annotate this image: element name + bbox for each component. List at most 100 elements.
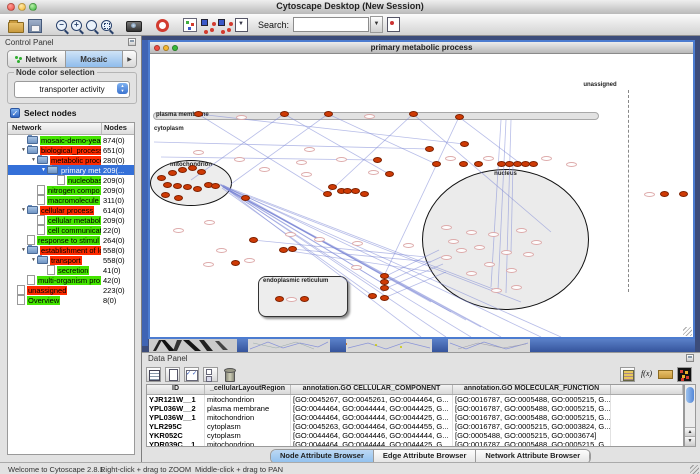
network-node[interactable] [459, 161, 468, 167]
expander-icon[interactable]: ▼ [40, 167, 47, 173]
tab-mosaic[interactable]: Mosaic [66, 51, 124, 67]
scroll-down-icon[interactable]: ▼ [685, 436, 695, 446]
tree-row[interactable]: mosaic-demo-yeast874(0) [8, 135, 134, 145]
tree-row[interactable]: secretion41(0) [8, 265, 134, 275]
network-node[interactable] [368, 293, 377, 299]
network-node[interactable] [161, 192, 170, 198]
resize-grip-icon[interactable] [690, 465, 699, 474]
select-nodes-checkbox[interactable]: ✓ [10, 108, 20, 118]
network-node[interactable] [280, 111, 289, 117]
network-window-titlebar[interactable]: primary metabolic process [150, 42, 693, 54]
snapshot-icon[interactable] [126, 21, 142, 32]
search-input[interactable] [293, 17, 369, 32]
table-row[interactable]: YJR121W__1mitochondrion[GO:0045267, GO:0… [147, 395, 683, 404]
background-window-edge[interactable] [237, 339, 248, 352]
tree-row[interactable]: ▼cellular process614(0) [8, 205, 134, 215]
tree-row[interactable]: unassigned223(0) [8, 285, 134, 295]
network-node[interactable] [174, 195, 183, 201]
tab-overflow-icon[interactable]: ▶ [123, 51, 136, 67]
expander-icon[interactable]: ▼ [20, 147, 27, 153]
heatmap-icon[interactable] [677, 367, 692, 382]
resize-grip-icon[interactable] [683, 327, 692, 336]
network-node[interactable] [474, 161, 483, 167]
tree-row[interactable]: ▼biological_process651(0) [8, 145, 134, 155]
unselect-attributes-icon[interactable] [203, 367, 218, 382]
node-color-dropdown[interactable]: transporter activity ▲▼ [14, 81, 130, 98]
table-icon[interactable] [146, 367, 161, 382]
tab-network[interactable]: Network [8, 51, 66, 67]
tree-row[interactable]: macromolecule311(0) [8, 195, 134, 205]
table-row[interactable]: YKR052Ccytoplasm[GO:0044464, GO:0044446,… [147, 431, 683, 440]
network-canvas[interactable]: plasma membrane cytoplasm mitochondrion … [150, 54, 693, 337]
open-icon[interactable] [8, 22, 24, 33]
function-icon[interactable]: f(x) [639, 367, 654, 382]
new-page-icon[interactable] [165, 367, 180, 382]
expander-icon[interactable]: ▼ [30, 257, 37, 263]
network-node[interactable] [211, 183, 220, 189]
network-node[interactable] [275, 296, 284, 302]
network-node[interactable] [188, 165, 197, 171]
tree-row[interactable]: ▼metabolic process280(0) [8, 155, 134, 165]
expander-icon[interactable]: ▼ [20, 207, 27, 213]
network-node[interactable] [460, 141, 469, 147]
edge-network-icon[interactable] [218, 19, 231, 32]
network-node[interactable] [157, 175, 166, 181]
birdseye-icon[interactable] [183, 18, 197, 32]
tree-row[interactable]: nitrogen compo209(0) [8, 185, 134, 195]
tree-row[interactable]: multi-organism pro42(0) [8, 275, 134, 285]
annotation-icon[interactable] [235, 18, 248, 32]
expander-icon[interactable]: ▼ [30, 157, 37, 163]
import-icon[interactable] [658, 370, 673, 379]
tree-row[interactable]: ▼transport558(0) [8, 255, 134, 265]
tree-row[interactable]: ▼primary metabo209(... [8, 165, 134, 175]
save-icon[interactable] [28, 19, 42, 33]
background-window-thumbnail[interactable] [248, 339, 330, 352]
network-node[interactable] [288, 246, 297, 252]
advanced-search-icon[interactable] [387, 17, 400, 32]
network-node[interactable] [197, 169, 206, 175]
column-header-network[interactable]: Network [8, 123, 101, 134]
trash-icon[interactable] [222, 367, 237, 382]
network-node[interactable] [178, 167, 187, 173]
table-row[interactable]: YLR295Ccytoplasm[GO:0045263, GO:0044464,… [147, 422, 683, 431]
search-dropdown-icon[interactable]: ▼ [370, 16, 383, 33]
network-node[interactable] [679, 191, 688, 197]
network-node[interactable] [529, 161, 538, 167]
network-node[interactable] [380, 285, 389, 291]
background-window-thumbnail[interactable] [448, 339, 530, 352]
network-node[interactable] [279, 247, 288, 253]
tree-row[interactable]: ▼establishment of lo558(0) [8, 245, 134, 255]
help-icon[interactable] [156, 19, 169, 32]
background-window-thumbnail[interactable] [346, 339, 432, 352]
tree-row[interactable]: cell communicat22(0) [8, 225, 134, 235]
network-node[interactable] [324, 111, 333, 117]
zoom-in-icon[interactable]: + [71, 20, 82, 31]
zoom-selected-icon[interactable] [86, 20, 97, 31]
network-node[interactable] [323, 191, 332, 197]
network-node[interactable] [193, 186, 202, 192]
dropdown-stepper-icon[interactable]: ▲▼ [117, 83, 128, 94]
tree-header[interactable]: Network Nodes [8, 123, 134, 135]
zoom-fit-icon[interactable] [101, 20, 112, 31]
network-node[interactable] [373, 157, 382, 163]
network-node[interactable] [328, 184, 337, 190]
network-node[interactable] [241, 195, 250, 201]
column-header[interactable]: annotation.GO MOLECULAR_FUNCTION [453, 385, 611, 394]
tree-row[interactable]: cellular metabol209(0) [8, 215, 134, 225]
tree-row[interactable]: response to stimul264(0) [8, 235, 134, 245]
network-node[interactable] [168, 170, 177, 176]
network-node[interactable] [300, 296, 309, 302]
background-window-edge[interactable] [530, 339, 695, 352]
float-icon[interactable] [686, 354, 694, 362]
network-node[interactable] [231, 260, 240, 266]
tree-row[interactable]: Overview8(0) [8, 295, 134, 305]
network-node[interactable] [173, 183, 182, 189]
select-attributes-icon[interactable] [184, 367, 199, 382]
column-header[interactable]: annotation.GO CELLULAR_COMPONENT [291, 385, 453, 394]
matrix-icon[interactable] [620, 367, 635, 382]
background-window-thumbnail[interactable] [149, 339, 237, 352]
expander-icon[interactable]: ▼ [20, 247, 27, 253]
network-node[interactable] [360, 191, 369, 197]
network-node[interactable] [163, 182, 172, 188]
network-node[interactable] [194, 111, 203, 117]
